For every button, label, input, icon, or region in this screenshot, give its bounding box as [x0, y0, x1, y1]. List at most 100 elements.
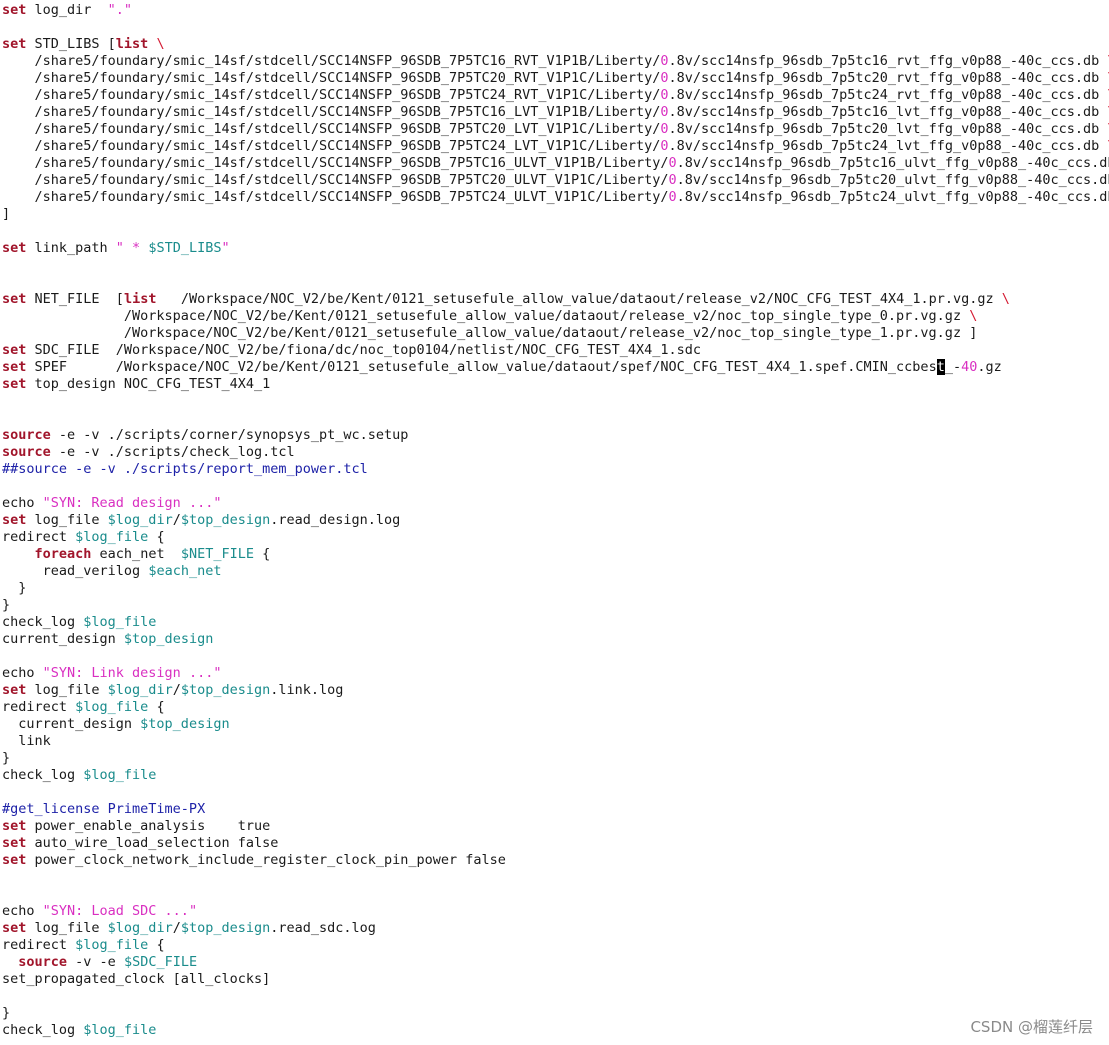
code-token: NET_FILE [	[26, 291, 124, 307]
code-line: set log_dir "."	[2, 2, 132, 19]
code-token: /Workspace/NOC_V2/be/Kent/0121_setuseful…	[2, 308, 970, 324]
code-line: set log_file $log_dir/$top_design.read_s…	[2, 920, 376, 937]
code-line: redirect $log_file {	[2, 699, 165, 716]
code-token: $log_dir	[107, 682, 173, 698]
code-token: source	[2, 427, 51, 443]
code-token: /share5/foundary/smic_14sf/stdcell/SCC14…	[2, 138, 661, 154]
code-token: log_file	[26, 682, 108, 698]
code-token: }	[2, 750, 11, 766]
code-line: ]	[2, 206, 10, 223]
code-token: $top_design	[180, 920, 271, 936]
code-token: /share5/foundary/smic_14sf/stdcell/SCC14…	[2, 70, 661, 86]
code-token: }	[2, 597, 11, 613]
code-token: foreach	[34, 546, 92, 562]
code-line: #get_license PrimeTime-PX	[2, 801, 205, 818]
code-token: /share5/foundary/smic_14sf/stdcell/SCC14…	[2, 104, 661, 120]
code-line: set link_path " * $STD_LIBS"	[2, 240, 230, 257]
code-line: read_verilog $each_net	[2, 563, 222, 580]
code-token: ##source -e -v ./scripts/report_mem_powe…	[2, 461, 368, 477]
code-line: check_log $log_file	[2, 1022, 156, 1039]
code-line: /share5/foundary/smic_14sf/stdcell/SCC14…	[2, 70, 1109, 87]
code-token: SPEF /Workspace/NOC_V2/be/Kent/0121_setu…	[26, 359, 937, 375]
code-token: current_design	[2, 716, 141, 732]
code-token: /	[172, 920, 181, 936]
code-token: "."	[107, 2, 133, 18]
code-line: link	[2, 733, 51, 750]
code-token: 40	[961, 359, 978, 375]
code-token: /Workspace/NOC_V2/be/Kent/0121_setuseful…	[156, 291, 1002, 307]
code-token: .8v/scc14nsfp_96sdb_7p5tc16_rvt_ffg_v0p8…	[668, 53, 1108, 69]
code-token: .8v/scc14nsfp_96sdb_7p5tc20_ulvt_ffg_v0p…	[676, 172, 1109, 188]
code-token: set	[2, 291, 27, 307]
code-line: set_propagated_clock [all_clocks]	[2, 971, 270, 988]
code-token: redirect	[2, 529, 76, 545]
code-line: check_log $log_file	[2, 614, 156, 631]
code-token: echo	[2, 495, 43, 511]
code-line: set STD_LIBS [list \	[2, 36, 165, 53]
code-token: $top_design	[140, 716, 230, 732]
code-token: .link.log	[270, 682, 344, 698]
code-line: /share5/foundary/smic_14sf/stdcell/SCC14…	[2, 121, 1109, 138]
code-token: .read_design.log	[270, 512, 401, 528]
code-token: each_net	[91, 546, 181, 562]
code-token: power_enable_analysis true	[26, 818, 271, 834]
code-token: 0	[668, 172, 677, 188]
code-token: \	[156, 36, 165, 52]
code-token: set_propagated_clock [all_clocks]	[2, 971, 271, 987]
code-token: check_log	[2, 614, 84, 630]
code-token: "	[221, 240, 230, 256]
code-token: $NET_FILE	[180, 546, 254, 562]
code-token: auto_wire_load_selection false	[26, 835, 279, 851]
code-token: set	[2, 359, 27, 375]
code-line: /share5/foundary/smic_14sf/stdcell/SCC14…	[2, 189, 1109, 206]
code-token: set	[2, 920, 27, 936]
code-token: set	[2, 376, 27, 392]
code-token: $SDC_FILE	[123, 954, 198, 970]
code-line: check_log $log_file	[2, 767, 156, 784]
code-token: redirect	[2, 699, 76, 715]
code-token: .8v/scc14nsfp_96sdb_7p5tc16_lvt_ffg_v0p8…	[668, 104, 1108, 120]
code-token: $log_file	[75, 529, 149, 545]
code-token: {	[253, 546, 271, 562]
code-line: set log_file $log_dir/$top_design.link.l…	[2, 682, 343, 699]
code-line: /Workspace/NOC_V2/be/Kent/0121_setuseful…	[2, 308, 977, 325]
code-token: current_design	[2, 631, 124, 647]
code-token: .8v/scc14nsfp_96sdb_7p5tc20_lvt_ffg_v0p8…	[668, 121, 1108, 137]
code-line: set SPEF /Workspace/NOC_V2/be/Kent/0121_…	[2, 359, 1002, 376]
code-token: 0	[668, 155, 677, 171]
code-line: set power_enable_analysis true	[2, 818, 270, 835]
code-token: set	[2, 240, 27, 256]
code-token: }	[2, 580, 27, 596]
code-token: _-	[944, 359, 962, 375]
code-token: " *	[115, 240, 149, 256]
code-token: $log_file	[75, 937, 149, 953]
code-token: {	[148, 937, 165, 953]
code-token: .8v/scc14nsfp_96sdb_7p5tc16_ulvt_ffg_v0p…	[676, 155, 1109, 171]
code-token: /share5/foundary/smic_14sf/stdcell/SCC14…	[2, 87, 661, 103]
code-editor[interactable]: set log_dir "." set STD_LIBS [list \ /sha…	[0, 0, 1109, 1045]
text-cursor: t	[936, 359, 945, 375]
code-line: set auto_wire_load_selection false	[2, 835, 278, 852]
code-line: set log_file $log_dir/$top_design.read_d…	[2, 512, 400, 529]
code-token: /share5/foundary/smic_14sf/stdcell/SCC14…	[2, 53, 661, 69]
code-line: /share5/foundary/smic_14sf/stdcell/SCC14…	[2, 172, 1109, 189]
code-token: -e -v ./scripts/corner/synopsys_pt_wc.se…	[50, 427, 409, 443]
code-line: source -v -e $SDC_FILE	[2, 954, 197, 971]
code-token: $each_net	[148, 563, 222, 579]
code-token: .8v/scc14nsfp_96sdb_7p5tc24_lvt_ffg_v0p8…	[668, 138, 1108, 154]
code-token: $log_dir	[107, 512, 173, 528]
code-token: set	[2, 36, 27, 52]
code-token: {	[148, 699, 165, 715]
code-line: ##source -e -v ./scripts/report_mem_powe…	[2, 461, 368, 478]
code-token: "SYN: Read design ..."	[42, 495, 222, 511]
code-line: }	[2, 580, 26, 597]
code-token: \	[1001, 291, 1010, 307]
code-token: "SYN: Load SDC ..."	[42, 903, 198, 919]
code-token: read_verilog	[2, 563, 149, 579]
code-token: log_dir	[26, 2, 108, 18]
code-token: .8v/scc14nsfp_96sdb_7p5tc20_rvt_ffg_v0p8…	[668, 70, 1108, 86]
code-token: .gz	[977, 359, 1002, 375]
code-line: set SDC_FILE /Workspace/NOC_V2/be/fiona/…	[2, 342, 701, 359]
